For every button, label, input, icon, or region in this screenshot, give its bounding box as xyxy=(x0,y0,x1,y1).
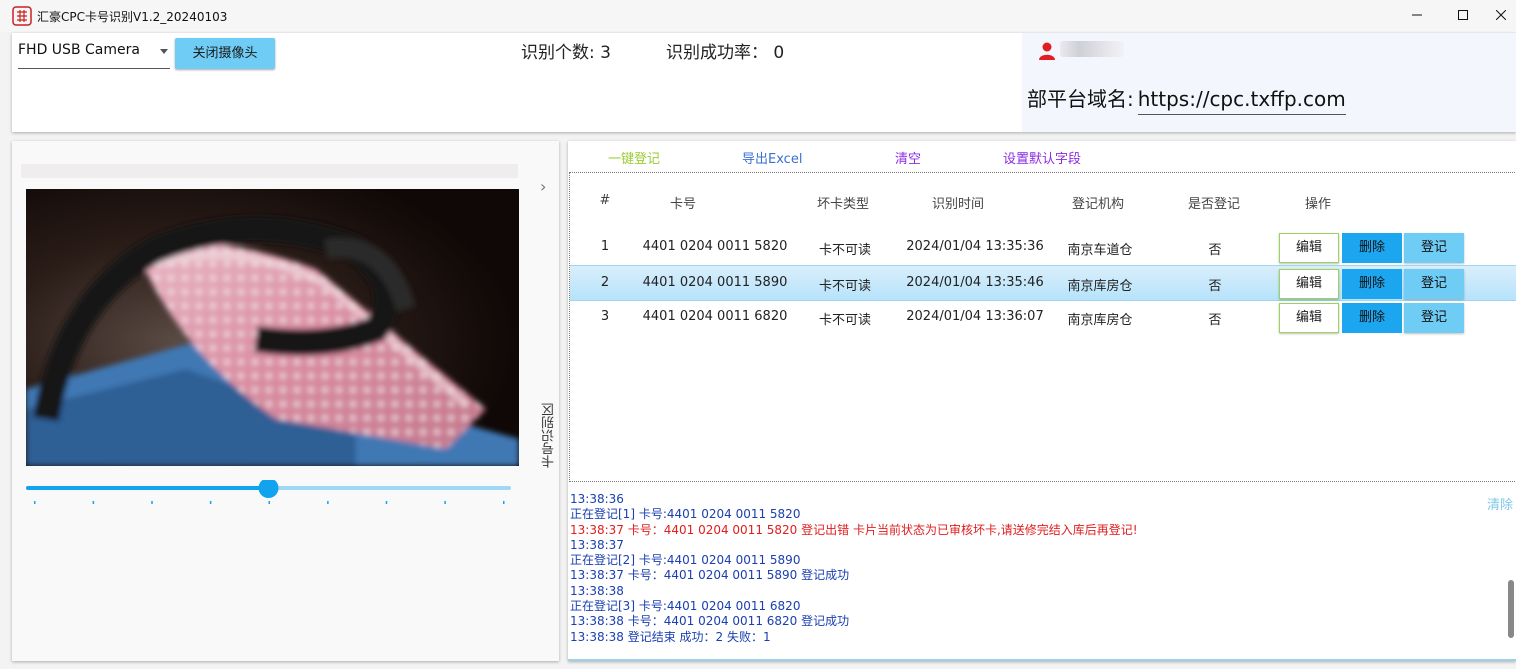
slider-thumb[interactable] xyxy=(258,480,279,498)
row-number: 3 xyxy=(600,309,610,324)
window-title: 汇豪CPC卡号识别V1.2_20240103 xyxy=(37,10,228,24)
card-recognition-area-label: 卡号识别区 xyxy=(542,403,557,468)
clear-log-button[interactable]: 清除 xyxy=(1487,494,1513,513)
zoom-slider[interactable] xyxy=(26,480,511,510)
registered-status: 否 xyxy=(1208,313,1222,328)
platform-domain-label: 部平台域名: xyxy=(1027,87,1134,111)
delete-button[interactable]: 删除 xyxy=(1342,233,1402,263)
register-button[interactable]: 登记 xyxy=(1404,303,1464,333)
register-org: 南京库房仓 xyxy=(1067,313,1133,328)
column-header: 坏卡类型 xyxy=(816,197,869,212)
user-area: 部平台域名: https://cpc.txffp.com xyxy=(1022,33,1516,132)
registered-status: 否 xyxy=(1208,243,1222,258)
log-line: 正在登记[3] 卡号:4401 0204 0011 6820 xyxy=(570,599,801,614)
edit-button[interactable]: 编辑 xyxy=(1279,233,1339,263)
edit-button[interactable]: 编辑 xyxy=(1279,269,1339,299)
log-line: 正在登记[2] 卡号:4401 0204 0011 5890 xyxy=(570,553,801,568)
camera-status-bar xyxy=(21,164,518,178)
card-number: 4401 0204 0011 5890 xyxy=(642,275,788,290)
slider-tick xyxy=(268,501,270,504)
recognition-time: 2024/01/04 13:36:07 xyxy=(906,309,1044,324)
register-button[interactable]: 登记 xyxy=(1404,233,1464,263)
register-org: 南京库房仓 xyxy=(1067,279,1133,294)
camera-select-value: FHD USB Camera xyxy=(18,42,140,58)
column-header: 操作 xyxy=(1304,197,1331,212)
camera-frame-image xyxy=(26,189,519,466)
registered-status: 否 xyxy=(1208,279,1222,294)
table-row[interactable]: 3 4401 0204 0011 6820 卡不可读 2024/01/04 13… xyxy=(570,300,1516,334)
column-header: 是否登记 xyxy=(1187,197,1240,212)
chevron-right-icon[interactable]: › xyxy=(540,177,546,196)
bad-card-type: 卡不可读 xyxy=(818,279,871,294)
table-row-selected[interactable]: 2 4401 0204 0011 5890 卡不可读 2024/01/04 13… xyxy=(570,265,1516,301)
column-header: 卡号 xyxy=(669,197,696,212)
column-header: # xyxy=(599,193,611,208)
edit-button[interactable]: 编辑 xyxy=(1279,303,1339,333)
recognized-count: 识别个数: 3 xyxy=(521,43,611,63)
platform-domain-field[interactable]: https://cpc.txffp.com xyxy=(1137,87,1346,115)
log-line: 正在登记[1] 卡号:4401 0204 0011 5820 xyxy=(570,507,801,522)
log-scrollbar[interactable] xyxy=(1508,580,1514,638)
slider-tick xyxy=(327,501,329,504)
log-line: 13:38:38 卡号：4401 0204 0011 6820 登记成功 xyxy=(570,614,850,629)
one-click-register-button[interactable]: 一键登记 xyxy=(608,148,660,167)
export-excel-button[interactable]: 导出Excel xyxy=(742,148,802,167)
close-window-button[interactable] xyxy=(1486,0,1516,32)
delete-button[interactable]: 删除 xyxy=(1342,269,1402,299)
maximize-icon xyxy=(1458,10,1468,20)
log-line: 13:38:37 卡号：4401 0204 0011 5890 登记成功 xyxy=(570,568,850,583)
bad-card-type: 卡不可读 xyxy=(818,243,871,258)
delete-button[interactable]: 删除 xyxy=(1342,303,1402,333)
camera-preview xyxy=(26,189,519,466)
bad-card-type: 卡不可读 xyxy=(818,313,871,328)
card-number: 4401 0204 0011 6820 xyxy=(642,309,788,324)
chevron-down-icon xyxy=(160,49,168,54)
close-camera-button[interactable]: 关闭摄像头 xyxy=(175,38,275,69)
log-bottom-border xyxy=(568,659,1516,661)
slider-tick xyxy=(92,501,95,504)
platform-domain: 部平台域名: https://cpc.txffp.com xyxy=(1027,83,1346,115)
slider-tick xyxy=(34,501,36,504)
log-line: 13:38:38 xyxy=(570,583,624,598)
log-line: 13:38:37 卡号：4401 0204 0011 5820 登记出错 卡片当… xyxy=(570,522,1138,537)
slider-tick xyxy=(151,501,153,504)
log-line: 13:38:38 登记结束 成功：2 失败：1 xyxy=(570,629,771,644)
register-org: 南京车道仓 xyxy=(1067,243,1133,258)
title-bar: 汇豪CPC卡号识别V1.2_20240103 xyxy=(0,0,1516,32)
camera-panel: › 卡号识别区 xyxy=(12,141,559,661)
blurred-username xyxy=(1060,41,1124,57)
slider-ticks xyxy=(34,501,505,504)
card-number: 4401 0204 0011 5820 xyxy=(642,239,788,254)
slider-tick xyxy=(209,501,212,504)
recognition-time: 2024/01/04 13:35:36 xyxy=(906,239,1044,254)
minimize-button[interactable] xyxy=(1394,0,1440,32)
clear-button[interactable]: 清空 xyxy=(895,148,921,167)
column-header: 登记机构 xyxy=(1071,197,1124,212)
slider-tick xyxy=(444,501,446,504)
recognition-success-rate: 识别成功率： 0 xyxy=(666,43,785,63)
user-icon xyxy=(1039,42,1055,60)
app-logo-icon xyxy=(12,6,32,26)
column-header: 识别时间 xyxy=(931,197,984,212)
close-icon xyxy=(1495,9,1507,21)
slider-tick xyxy=(385,501,388,504)
set-default-fields-button[interactable]: 设置默认字段 xyxy=(1003,148,1081,167)
log-line: 13:38:37 xyxy=(570,537,624,552)
row-number: 1 xyxy=(600,239,610,254)
table-row[interactable]: 1 4401 0204 0011 5820 卡不可读 2024/01/04 13… xyxy=(570,230,1516,264)
row-number: 2 xyxy=(600,275,610,290)
log-line: 13:38:36 xyxy=(570,492,624,506)
log-output: 13:38:36 正在登记[1] 卡号:4401 0204 0011 5820 … xyxy=(570,492,1500,650)
slider-fill xyxy=(26,486,269,490)
maximize-button[interactable] xyxy=(1440,0,1486,32)
camera-select[interactable]: FHD USB Camera xyxy=(18,38,170,69)
register-button[interactable]: 登记 xyxy=(1404,269,1464,299)
minimize-icon xyxy=(1412,14,1422,16)
recognition-time: 2024/01/04 13:35:46 xyxy=(906,275,1044,290)
slider-tick xyxy=(503,501,505,504)
